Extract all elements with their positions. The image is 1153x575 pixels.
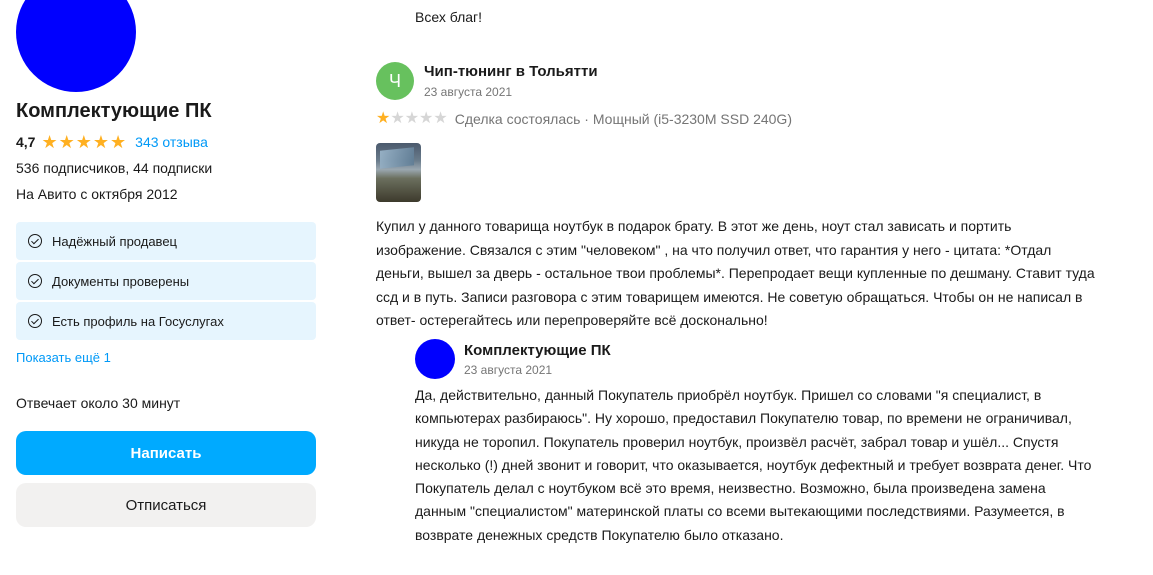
review-deal-info: Сделка состоялась · Мощный (i5-3230M SSD… bbox=[454, 111, 792, 127]
seller-rating-stars: ★ ★ ★ ★ ★ bbox=[41, 132, 127, 152]
reviewer-avatar[interactable]: Ч bbox=[376, 62, 414, 100]
subscribers-info: 536 подписчиков, 44 подписки bbox=[16, 160, 213, 176]
seller-reply-text: Да, действительно, данный Покупатель при… bbox=[415, 387, 1092, 543]
seller-rating-value: 4,7 bbox=[16, 134, 36, 150]
star-empty-icon: ★ bbox=[404, 110, 420, 127]
star-icon: ★ bbox=[92, 132, 110, 152]
seller-avatar[interactable] bbox=[16, 0, 136, 92]
star-empty-icon: ★ bbox=[390, 110, 405, 127]
badge-label: Надёжный продавец bbox=[52, 233, 177, 249]
seller-rating-row: 4,7 ★ ★ ★ ★ ★ 343 отзыва bbox=[16, 132, 208, 152]
star-empty-icon: ★ bbox=[433, 110, 448, 127]
seller-badges: Надёжный продавец Документы проверены Ес… bbox=[16, 222, 316, 342]
review-meta: ★ ★ ★ ★ ★ Сделка состоялась · Мощный (i5… bbox=[376, 110, 792, 128]
seller-reply-avatar bbox=[415, 339, 455, 379]
badge-label: Документы проверены bbox=[52, 273, 190, 289]
reviews-link[interactable]: 343 отзыва bbox=[135, 134, 208, 150]
show-more-badges-link[interactable]: Показать ещё 1 bbox=[16, 350, 111, 365]
member-since: На Авито с октября 2012 bbox=[16, 186, 178, 202]
previous-reply-tail: Всех благ! bbox=[415, 9, 483, 25]
check-circle-icon bbox=[28, 274, 42, 288]
star-icon: ★ bbox=[58, 132, 75, 152]
star-icon: ★ bbox=[75, 132, 92, 152]
star-icon: ★ bbox=[376, 110, 391, 127]
review-photo-thumbnail[interactable] bbox=[376, 143, 421, 202]
response-time: Отвечает около 30 минут bbox=[16, 395, 181, 411]
unsubscribe-button[interactable]: Отписаться bbox=[16, 483, 316, 527]
write-message-button[interactable]: Написать bbox=[16, 431, 316, 475]
star-icon: ★ bbox=[41, 132, 58, 152]
review-text: Купил у данного товарища ноутбук в подар… bbox=[376, 218, 1095, 328]
badge-label: Есть профиль на Госуслугах bbox=[52, 313, 224, 329]
seller-name: Комплектующие ПК bbox=[16, 100, 212, 122]
star-empty-icon: ★ bbox=[419, 110, 434, 127]
badge-gosuslugi[interactable]: Есть профиль на Госуслугах bbox=[16, 302, 316, 340]
seller-reply-name: Комплектующие ПК bbox=[464, 342, 611, 359]
seller-reply-date: 23 августа 2021 bbox=[464, 363, 553, 377]
badge-documents-verified[interactable]: Документы проверены bbox=[16, 262, 316, 300]
check-circle-icon bbox=[28, 234, 42, 248]
badge-reliable-seller[interactable]: Надёжный продавец bbox=[16, 222, 316, 260]
check-circle-icon bbox=[28, 314, 42, 328]
reviewer-name[interactable]: Чип-тюнинг в Тольятти bbox=[424, 63, 598, 80]
star-icon: ★ bbox=[110, 132, 127, 152]
review-date: 23 августа 2021 bbox=[424, 85, 513, 99]
review-rating-stars: ★ ★ ★ ★ ★ bbox=[376, 110, 448, 127]
